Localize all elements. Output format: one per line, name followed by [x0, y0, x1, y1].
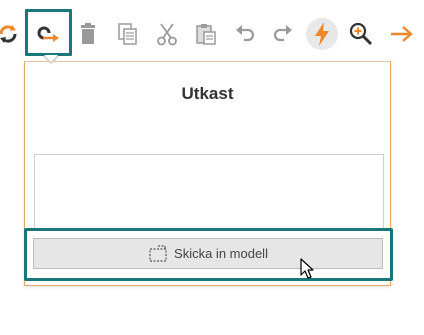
redo-icon [273, 25, 292, 42]
paste-button[interactable] [188, 12, 224, 56]
zoom-button[interactable] [343, 12, 379, 56]
dashed-box-icon [149, 244, 167, 262]
copy-button[interactable] [110, 12, 146, 56]
trash-icon [81, 23, 95, 44]
paste-icon [196, 24, 216, 45]
lightning-icon [306, 18, 338, 50]
refresh-button[interactable] [0, 12, 26, 56]
model-text-area[interactable] [34, 154, 384, 234]
arrow-right-icon [391, 26, 413, 42]
zoom-in-icon [349, 22, 373, 46]
undo-button[interactable] [227, 12, 263, 56]
submit-model-button[interactable]: Skicka in modell [33, 238, 383, 269]
submit-label: Skicka in modell [174, 246, 268, 261]
undo-icon [236, 25, 255, 42]
next-button[interactable] [385, 12, 421, 56]
mouse-cursor-icon [300, 258, 314, 279]
toolbar-highlight [25, 9, 72, 56]
cut-button[interactable] [149, 12, 185, 56]
editor-stage: Utkast Skicka in modell [0, 0, 424, 335]
lightning-button[interactable] [304, 12, 340, 56]
refresh-icon [0, 25, 17, 43]
delete-button[interactable] [70, 12, 106, 56]
scissors-icon [157, 23, 177, 46]
copy-icon [118, 23, 137, 45]
redo-button[interactable] [265, 12, 301, 56]
panel-caret [44, 55, 58, 62]
panel-title: Utkast [181, 84, 234, 103]
